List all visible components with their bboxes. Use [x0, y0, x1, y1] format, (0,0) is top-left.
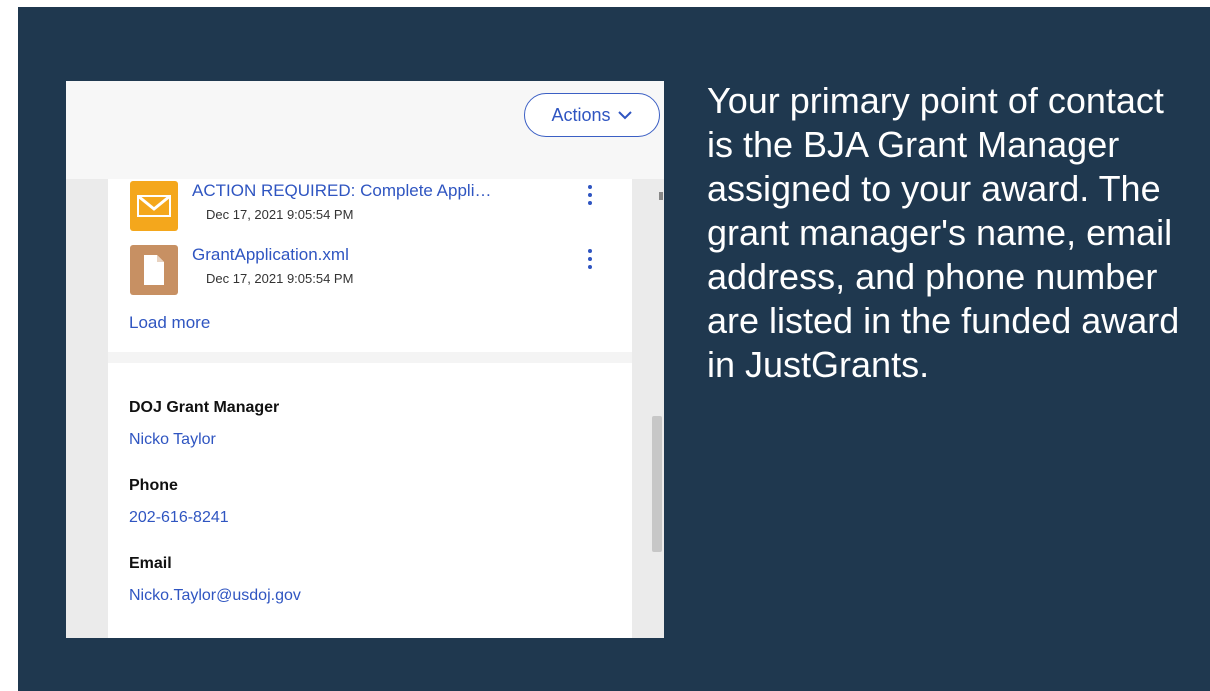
scrollbar-thumb[interactable]	[652, 416, 662, 552]
left-gutter	[66, 179, 108, 638]
mail-icon	[130, 181, 178, 231]
file-title[interactable]: ACTION REQUIRED: Complete Appli…	[192, 181, 491, 201]
slide: Actions ACTION REQUIRED: Complete Appli……	[18, 7, 1210, 691]
caption-text: Your primary point of contact is the BJA…	[707, 80, 1180, 385]
contact-card: DOJ Grant Manager Nicko Taylor Phone 202…	[108, 363, 632, 638]
file-row[interactable]: GrantApplication.xml Dec 17, 2021 9:05:5…	[130, 245, 620, 301]
right-gutter	[632, 179, 664, 638]
load-more-link[interactable]: Load more	[129, 313, 210, 333]
manager-name-link[interactable]: Nicko Taylor	[129, 431, 216, 449]
more-options-icon[interactable]	[586, 249, 594, 275]
actions-button-label: Actions	[551, 104, 611, 125]
email-label: Email	[129, 555, 172, 572]
justgrants-screenshot: Actions ACTION REQUIRED: Complete Appli……	[66, 81, 664, 638]
file-row[interactable]: ACTION REQUIRED: Complete Appli… Dec 17,…	[130, 181, 620, 237]
file-title[interactable]: GrantApplication.xml	[192, 245, 349, 265]
actions-button[interactable]: Actions	[524, 93, 660, 137]
file-date: Dec 17, 2021 9:05:54 PM	[206, 271, 354, 286]
document-icon	[130, 245, 178, 295]
attachments-card: ACTION REQUIRED: Complete Appli… Dec 17,…	[108, 179, 632, 352]
file-date: Dec 17, 2021 9:05:54 PM	[206, 207, 354, 222]
screenshot-header: Actions	[66, 81, 664, 179]
phone-label: Phone	[129, 477, 178, 494]
divider-mark	[659, 192, 663, 200]
more-options-icon[interactable]	[586, 185, 594, 211]
email-link[interactable]: Nicko.Taylor@usdoj.gov	[129, 587, 301, 605]
manager-label: DOJ Grant Manager	[129, 399, 280, 416]
chevron-down-icon	[617, 111, 632, 120]
phone-link[interactable]: 202-616-8241	[129, 509, 229, 527]
